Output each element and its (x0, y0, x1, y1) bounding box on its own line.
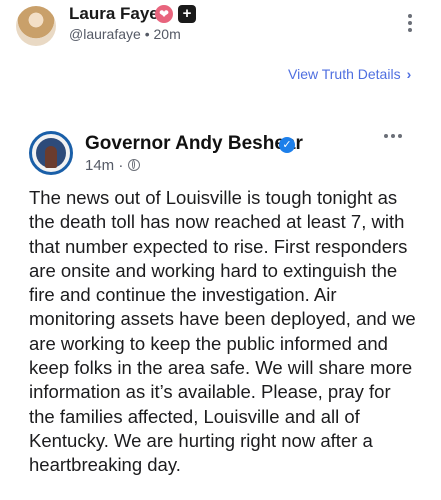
chevron-right-icon: › (406, 66, 412, 82)
embedded-meta: 14m · (85, 157, 140, 174)
author-handle[interactable]: @laurafaye (69, 26, 141, 42)
embedded-separator: · (118, 157, 124, 174)
heart-verified-icon: ❤ (155, 5, 173, 23)
more-vertical-icon[interactable] (403, 14, 417, 38)
view-truth-details-link[interactable]: View Truth Details › (288, 66, 411, 82)
truth-header: Laura Faye ❤ + @laurafaye • 20m (0, 0, 441, 56)
globe-icon (127, 159, 140, 171)
embedded-time: 14m (85, 157, 115, 174)
author-avatar[interactable] (16, 6, 56, 46)
embedded-post-body: The news out of Louisville is tough toni… (29, 187, 416, 476)
person-graphic (45, 146, 57, 168)
post-time: 20m (153, 26, 181, 42)
blue-check-icon: ✓ (279, 137, 295, 153)
more-horizontal-icon[interactable] (384, 134, 406, 142)
handle-row: @laurafaye • 20m (69, 26, 181, 42)
author-name[interactable]: Laura Faye (69, 4, 159, 24)
embedded-author-avatar[interactable] (29, 131, 73, 175)
view-details-label: View Truth Details (288, 66, 401, 82)
embedded-author-name[interactable]: Governor Andy Beshear (85, 133, 303, 155)
plus-square-icon: + (178, 5, 196, 23)
meta-separator: • (144, 26, 150, 42)
